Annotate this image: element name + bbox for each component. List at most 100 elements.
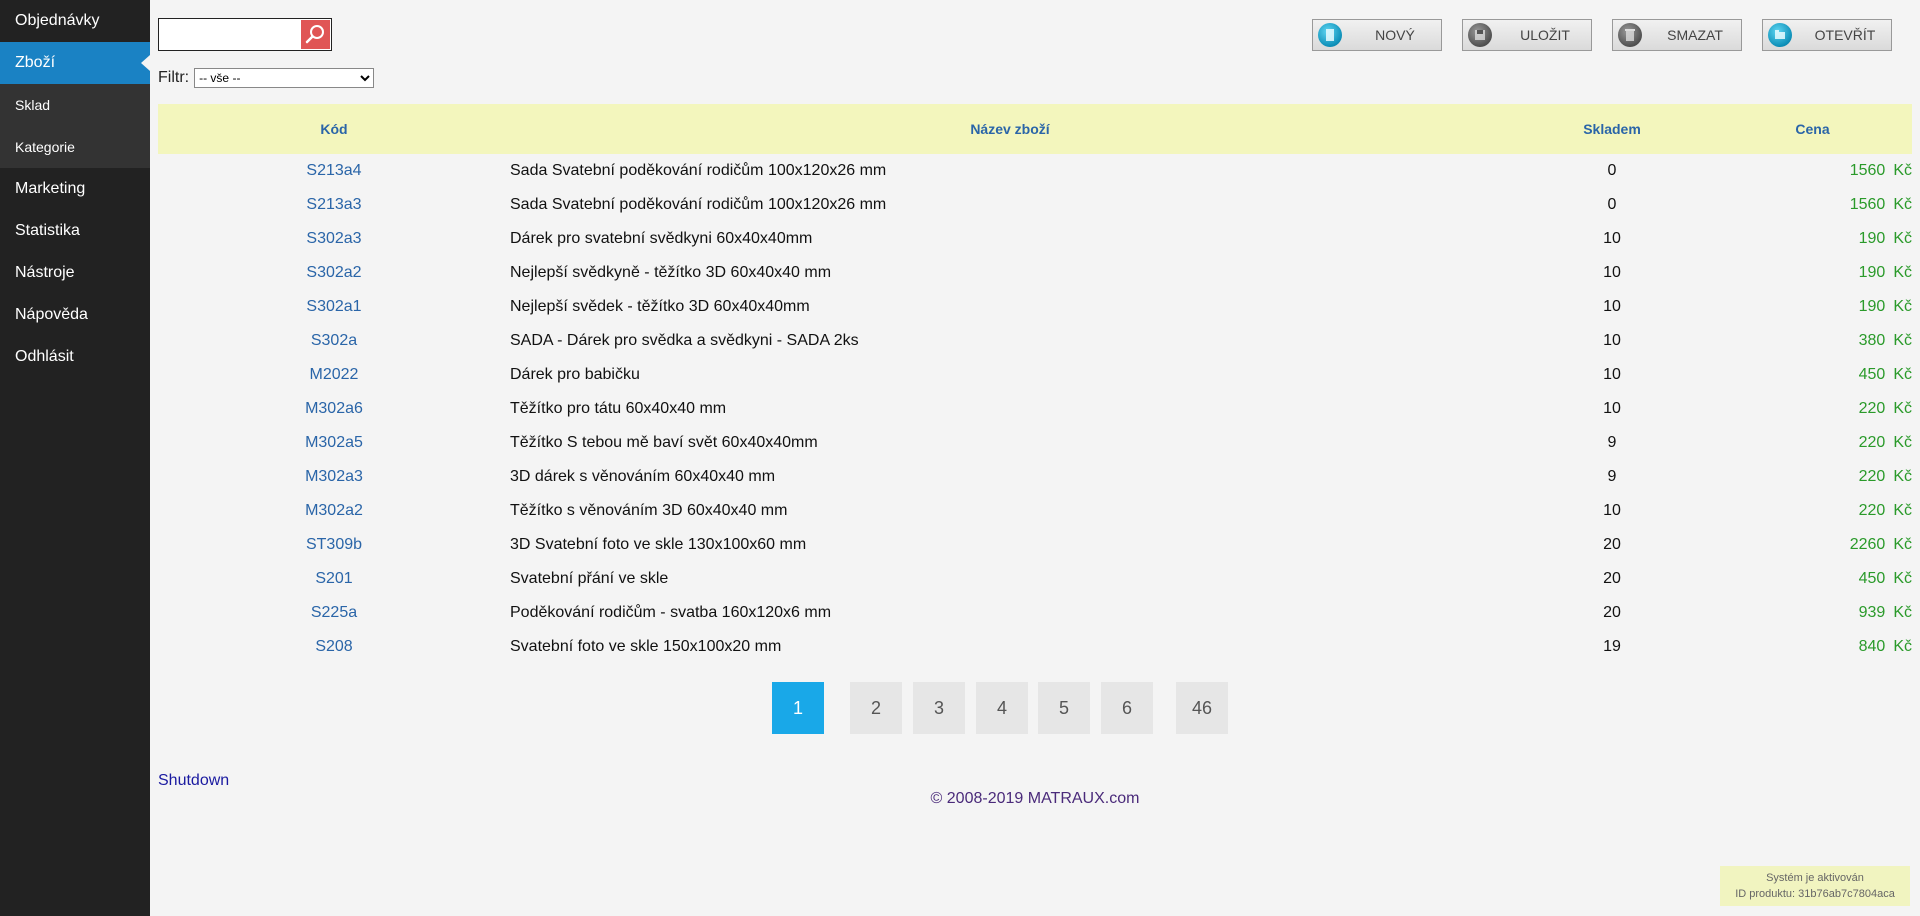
product-name-cell: 3D dárek s věnováním 60x40x40 mm (510, 468, 776, 485)
price-value: 2260 (1849, 536, 1886, 553)
search-box (158, 18, 332, 51)
save-disk-icon (1468, 23, 1492, 47)
product-name-cell: Těžítko S tebou mě baví svět 60x40x40mm (510, 434, 818, 451)
delete-button[interactable]: SMAZAT (1612, 19, 1742, 51)
sidebar-item-tools[interactable]: Nástroje (0, 252, 150, 294)
page-button-3[interactable]: 3 (913, 682, 965, 734)
price-value: 220 (1858, 468, 1886, 485)
price-currency: Kč (1893, 502, 1912, 519)
column-header-price[interactable]: Cena (1713, 104, 1912, 154)
price-cell: 840 Kč (1713, 630, 1912, 664)
open-button-label: OTEVŘÍT (1814, 27, 1876, 43)
table-row[interactable]: S225a Poděkování rodičům - svatba 160x120… (158, 596, 1912, 630)
sidebar-item-logout[interactable]: Odhlásit (0, 336, 150, 378)
stock-cell: 20 (1603, 570, 1621, 587)
main-content: Filtr: -- vše -- NOVÝ ULOŽIT SMAZAT OTEV… (158, 0, 1912, 916)
stock-cell: 10 (1603, 366, 1621, 383)
stock-cell: 10 (1603, 230, 1621, 247)
sidebar-item-goods[interactable]: Zboží (0, 42, 150, 84)
open-button[interactable]: OTEVŘÍT (1762, 19, 1892, 51)
table-row[interactable]: ST309b 3D Svatební foto ve skle 130x100x6… (158, 528, 1912, 562)
filter-row: Filtr: -- vše -- (158, 67, 375, 89)
open-folder-icon (1768, 23, 1792, 47)
price-currency: Kč (1893, 400, 1912, 417)
price-value: 190 (1858, 264, 1886, 281)
product-code-cell: M302a3 (305, 468, 363, 485)
search-input[interactable] (161, 21, 303, 50)
product-code-cell: M302a5 (305, 434, 363, 451)
sidebar-item-stock[interactable]: Sklad (0, 84, 150, 126)
table-row[interactable]: S302a SADA - Dárek pro svědka a svědkyni … (158, 324, 1912, 358)
table-row[interactable]: S302a2 Nejlepší svědkyně - těžítko 3D 60x… (158, 256, 1912, 290)
activation-status-text: Systém je aktivován (1766, 872, 1864, 884)
stock-cell: 9 (1607, 434, 1617, 451)
table-row[interactable]: S213a3 Sada Svatební poděkování rodičům 1… (158, 188, 1912, 222)
table-row[interactable]: S201 Svatební přání ve skle 20 450 Kč (158, 562, 1912, 596)
page-button-5[interactable]: 5 (1038, 682, 1090, 734)
table-row[interactable]: S208 Svatební foto ve skle 150x100x20 mm 1… (158, 630, 1912, 664)
page-button-2[interactable]: 2 (850, 682, 902, 734)
sidebar-item-marketing[interactable]: Marketing (0, 168, 150, 210)
table-row[interactable]: S302a1 Nejlepší svědek - těžítko 3D 60x40… (158, 290, 1912, 324)
price-value: 190 (1858, 298, 1886, 315)
stock-cell: 10 (1603, 332, 1621, 349)
product-code-cell: S208 (315, 638, 353, 655)
sidebar-item-categories[interactable]: Kategorie (0, 126, 150, 168)
column-header-code[interactable]: Kód (158, 104, 510, 154)
price-currency: Kč (1893, 264, 1912, 281)
sidebar-item-help[interactable]: Nápověda (0, 294, 150, 336)
price-cell: 190 Kč (1713, 256, 1912, 290)
column-header-name[interactable]: Název zboží (510, 104, 1511, 154)
page-button-4[interactable]: 4 (976, 682, 1028, 734)
table-row[interactable]: S302a3 Dárek pro svatební svědkyni 60x40x… (158, 222, 1912, 256)
price-value: 190 (1858, 230, 1886, 247)
table-row[interactable]: M302a2 Těžítko s věnováním 3D 60x40x40 mm… (158, 494, 1912, 528)
product-name-cell: Svatební foto ve skle 150x100x20 mm (510, 638, 782, 655)
price-cell: 939 Kč (1713, 596, 1912, 630)
stock-cell: 10 (1603, 264, 1621, 281)
product-name-cell: Nejlepší svědek - těžítko 3D 60x40x40mm (510, 298, 810, 315)
price-cell: 190 Kč (1713, 222, 1912, 256)
table-row[interactable]: M2022 Dárek pro babičku 10 450 Kč (158, 358, 1912, 392)
product-code-cell: S225a (310, 604, 358, 621)
save-button[interactable]: ULOŽIT (1462, 19, 1592, 51)
price-cell: 1560 Kč (1713, 154, 1912, 188)
column-header-stock[interactable]: Skladem (1511, 104, 1713, 154)
sidebar-item-statistics[interactable]: Statistika (0, 210, 150, 252)
stock-cell: 10 (1603, 400, 1621, 417)
product-code-cell: M2022 (309, 366, 359, 383)
price-currency: Kč (1893, 570, 1912, 587)
stock-cell: 20 (1603, 536, 1621, 553)
price-currency: Kč (1893, 366, 1912, 383)
shutdown-link[interactable]: Shutdown (158, 772, 229, 790)
goods-table: Kód Název zboží Skladem Cena S213a4 Sada … (158, 104, 1912, 664)
stock-cell: 0 (1607, 196, 1617, 213)
price-cell: 450 Kč (1713, 562, 1912, 596)
product-name-cell: Svatební přání ve skle (510, 570, 669, 587)
table-row[interactable]: M302a6 Těžítko pro tátu 60x40x40 mm 10 220 K… (158, 392, 1912, 426)
price-value: 220 (1858, 502, 1886, 519)
product-name-cell: Těžítko pro tátu 60x40x40 mm (510, 400, 727, 417)
table-row[interactable]: M302a5 Těžítko S tebou mě baví svět 60x40… (158, 426, 1912, 460)
table-row[interactable]: M302a3 3D dárek s věnováním 60x40x40 mm 9 2… (158, 460, 1912, 494)
search-button[interactable] (301, 20, 330, 49)
delete-button-label: SMAZAT (1667, 27, 1723, 43)
price-currency: Kč (1893, 230, 1912, 247)
filter-select[interactable]: -- vše -- (194, 68, 375, 88)
price-currency: Kč (1893, 162, 1912, 179)
price-currency: Kč (1893, 468, 1912, 485)
page-button-last[interactable]: 46 (1176, 682, 1228, 734)
price-cell: 220 Kč (1713, 494, 1912, 528)
price-currency: Kč (1893, 638, 1912, 655)
price-value: 450 (1858, 366, 1886, 383)
price-currency: Kč (1893, 332, 1912, 349)
new-button[interactable]: NOVÝ (1312, 19, 1442, 51)
price-cell: 2260 Kč (1713, 528, 1912, 562)
price-value: 1560 (1849, 196, 1886, 213)
stock-cell: 20 (1603, 604, 1621, 621)
page-button-1[interactable]: 1 (772, 682, 824, 734)
sidebar-item-orders[interactable]: Objednávky (0, 0, 150, 42)
price-value: 220 (1858, 434, 1886, 451)
table-row[interactable]: S213a4 Sada Svatební poděkování rodičům 1… (158, 154, 1912, 188)
page-button-6[interactable]: 6 (1101, 682, 1153, 734)
